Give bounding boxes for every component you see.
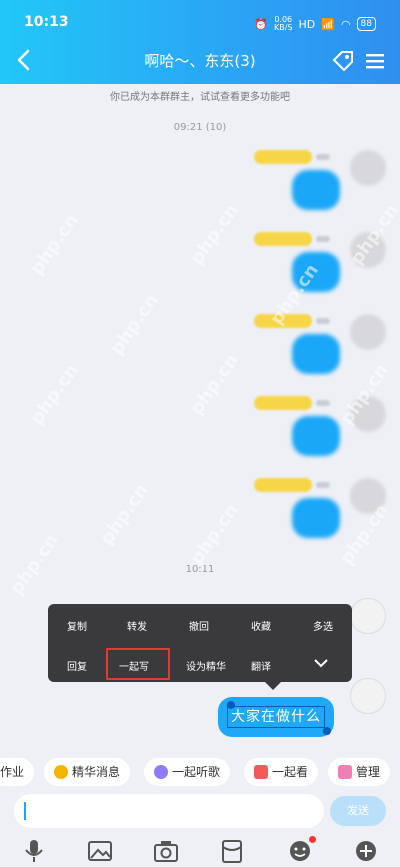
net-speed: 0.06 KB/S bbox=[273, 15, 293, 32]
shortcut-homework[interactable]: 作业 bbox=[0, 758, 35, 786]
chevron-down-icon[interactable] bbox=[312, 656, 330, 670]
group-tag-icon[interactable] bbox=[330, 48, 356, 74]
status-bar: 10:13 ⏰ 0.06 KB/S HD 📶 ◠ 88 bbox=[0, 14, 400, 34]
menu-item-recall[interactable]: 撤回 bbox=[174, 618, 224, 633]
sender-nickname bbox=[254, 232, 312, 246]
avatar[interactable] bbox=[350, 232, 386, 268]
message-context-menu: 复制 转发 撤回 收藏 多选 回复 一起写 设为精华 翻译 bbox=[48, 604, 352, 682]
message-row bbox=[0, 478, 400, 550]
wifi-icon: ◠ bbox=[340, 17, 351, 31]
bottom-toolbar bbox=[0, 836, 400, 866]
shortcut-watch-together[interactable]: 一起看 bbox=[244, 758, 319, 786]
sender-nickname bbox=[254, 478, 312, 492]
sender-title bbox=[316, 482, 330, 488]
sender-title bbox=[316, 236, 330, 242]
input-bar: 发送 bbox=[0, 794, 400, 828]
sender-nickname bbox=[254, 314, 312, 328]
menu-pointer bbox=[265, 682, 281, 690]
text-caret bbox=[24, 802, 26, 820]
message-row bbox=[0, 232, 400, 304]
avatar[interactable] bbox=[350, 150, 386, 186]
shortcut-bar: 作业 精华消息 一起听歌 一起看 管理 bbox=[0, 758, 400, 786]
timestamp: 10:11 bbox=[185, 564, 215, 575]
notification-dot bbox=[309, 836, 316, 843]
message-bubble[interactable] bbox=[292, 416, 340, 456]
red-packet-icon[interactable] bbox=[218, 838, 246, 864]
message-bubble[interactable] bbox=[292, 170, 340, 210]
message-row bbox=[0, 150, 400, 222]
tv-icon bbox=[254, 765, 268, 779]
signal-icon: 📶 bbox=[321, 17, 335, 31]
plus-icon[interactable] bbox=[352, 838, 380, 864]
essence-icon bbox=[54, 765, 68, 779]
message-bubble[interactable] bbox=[292, 252, 340, 292]
emoji-button[interactable] bbox=[286, 836, 316, 864]
message-bubble[interactable] bbox=[292, 498, 340, 538]
avatar[interactable] bbox=[350, 314, 386, 350]
menu-item-reply[interactable]: 回复 bbox=[52, 658, 102, 673]
message-row bbox=[0, 314, 400, 386]
avatar[interactable] bbox=[350, 478, 386, 514]
status-icons: ⏰ 0.06 KB/S HD 📶 ◠ 88 bbox=[254, 16, 376, 32]
avatar[interactable] bbox=[350, 396, 386, 432]
menu-item-forward[interactable]: 转发 bbox=[112, 618, 162, 633]
sender-nickname bbox=[254, 150, 312, 164]
shortcut-manage[interactable]: 管理 bbox=[328, 758, 391, 786]
selected-message-bubble[interactable]: 大家在做什么 bbox=[218, 697, 334, 737]
menu-item-write-together[interactable]: 一起写 bbox=[109, 658, 159, 673]
manage-icon bbox=[338, 765, 352, 779]
selected-message-text[interactable]: 大家在做什么 bbox=[227, 706, 325, 728]
status-time: 10:13 bbox=[24, 14, 69, 30]
message-input[interactable] bbox=[14, 794, 324, 828]
avatar[interactable] bbox=[350, 598, 386, 634]
sender-title bbox=[316, 154, 330, 160]
system-notice: 你已成为本群群主，试试查看更多功能吧 bbox=[110, 92, 290, 103]
timestamp: 09:21 (10) bbox=[173, 122, 227, 133]
sender-title bbox=[316, 318, 330, 324]
chat-header: 10:13 ⏰ 0.06 KB/S HD 📶 ◠ 88 啊哈～、东东(3) bbox=[0, 0, 400, 84]
message-row bbox=[0, 396, 400, 468]
alarm-icon: ⏰ bbox=[254, 17, 268, 31]
selection-handle-end[interactable] bbox=[323, 727, 331, 735]
selection-handle-start[interactable] bbox=[227, 701, 235, 709]
menu-icon[interactable] bbox=[364, 50, 386, 72]
send-button[interactable]: 发送 bbox=[330, 796, 386, 826]
shortcut-listen-together[interactable]: 一起听歌 bbox=[144, 758, 231, 786]
shortcut-essence[interactable]: 精华消息 bbox=[44, 758, 131, 786]
sender-title bbox=[316, 400, 330, 406]
menu-item-set-essence[interactable]: 设为精华 bbox=[175, 658, 237, 673]
message-bubble[interactable] bbox=[292, 334, 340, 374]
menu-item-favorite[interactable]: 收藏 bbox=[236, 618, 286, 633]
camera-icon[interactable] bbox=[152, 838, 180, 864]
menu-item-multiselect[interactable]: 多选 bbox=[298, 618, 348, 633]
menu-item-copy[interactable]: 复制 bbox=[52, 618, 102, 633]
title-bar: 啊哈～、东东(3) bbox=[0, 46, 400, 76]
sender-nickname bbox=[254, 396, 312, 410]
mic-icon[interactable] bbox=[20, 838, 48, 864]
net-type: HD bbox=[298, 17, 316, 31]
music-icon bbox=[154, 765, 168, 779]
image-icon[interactable] bbox=[86, 838, 114, 864]
avatar[interactable] bbox=[350, 678, 386, 714]
battery-icon: 88 bbox=[356, 17, 376, 31]
menu-item-translate[interactable]: 翻译 bbox=[236, 658, 286, 673]
